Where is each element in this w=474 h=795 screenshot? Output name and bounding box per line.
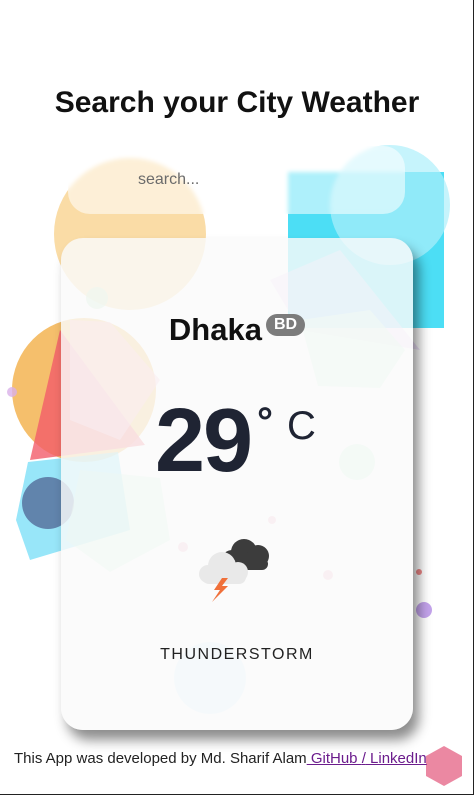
degree-symbol: °	[257, 400, 273, 444]
page-title: Search your City Weather	[54, 86, 420, 119]
bg-hexagon-pink	[426, 746, 462, 786]
weather-card: Dhaka BD 29 ° C THUNDERSTORM	[61, 238, 413, 730]
city-name: Dhaka	[168, 312, 262, 347]
linkedin-link[interactable]: LinkedIn	[366, 750, 427, 767]
search-box	[68, 146, 405, 214]
country-badge: BD	[265, 314, 306, 336]
bg-dot-purple	[416, 602, 432, 618]
temperature-value: 29	[155, 391, 253, 491]
location-row: Dhaka BD	[61, 312, 413, 348]
github-link[interactable]: GitHub	[307, 750, 362, 767]
temperature-unit: C	[287, 404, 316, 448]
search-input[interactable]	[120, 166, 380, 194]
footer: This App was developed by Md. Sharif Ala…	[14, 750, 427, 767]
weather-condition: THUNDERSTORM	[160, 646, 314, 663]
bg-dot-red	[416, 569, 422, 575]
thunderstorm-icon	[199, 539, 269, 602]
bg-dot-violet	[7, 387, 17, 397]
app-frame: Search your City Weather DhakaBD 29 ° C	[0, 0, 474, 795]
temperature-row: 29 ° C	[155, 391, 316, 491]
footer-text: This App was developed by Md. Sharif Ala…	[14, 750, 307, 767]
